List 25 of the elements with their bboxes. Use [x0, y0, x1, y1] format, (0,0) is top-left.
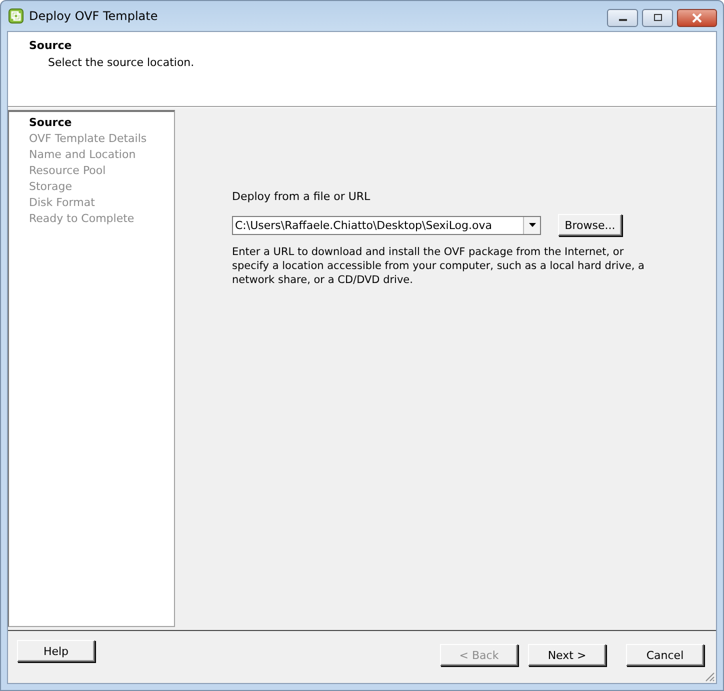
- step-item[interactable]: OVF Template Details: [29, 131, 174, 147]
- source-label: Deploy from a file or URL: [232, 190, 372, 203]
- maximize-button[interactable]: [642, 9, 673, 27]
- source-combo-box[interactable]: C:\Users\Raffaele.Chiatto\Desktop\SexiLog.ova: [232, 216, 541, 234]
- resize-grip-icon: [703, 670, 715, 682]
- page-subtitle: Select the source location.: [48, 56, 196, 69]
- minimize-button[interactable]: [607, 9, 638, 27]
- footer-button[interactable]: Next >: [528, 644, 606, 666]
- close-icon: [691, 13, 703, 23]
- page-title: Source: [29, 39, 73, 52]
- step-item[interactable]: Resource Pool: [29, 163, 174, 179]
- step-item[interactable]: Name and Location: [29, 147, 174, 163]
- close-button[interactable]: [677, 9, 717, 27]
- browse-button[interactable]: Browse...: [558, 214, 622, 236]
- app-icon: [8, 8, 24, 24]
- footer-button[interactable]: Cancel: [626, 644, 704, 666]
- step-item[interactable]: Storage: [29, 179, 174, 195]
- footer-button[interactable]: Help: [17, 640, 95, 662]
- window-title: Deploy OVF Template: [29, 9, 158, 23]
- help-text: Enter a URL to download and install the OVF package from the Internet, or specify a location accessible from your computer, such as a local hard drive, a network share, or a CD/DVD drive.: [232, 245, 646, 287]
- step-item[interactable]: Disk Format: [29, 195, 174, 211]
- maximize-icon: [652, 14, 662, 22]
- step-item[interactable]: Source: [29, 115, 174, 131]
- step-item[interactable]: Ready to Complete: [29, 211, 174, 227]
- dropdown-arrow-icon: [528, 223, 536, 227]
